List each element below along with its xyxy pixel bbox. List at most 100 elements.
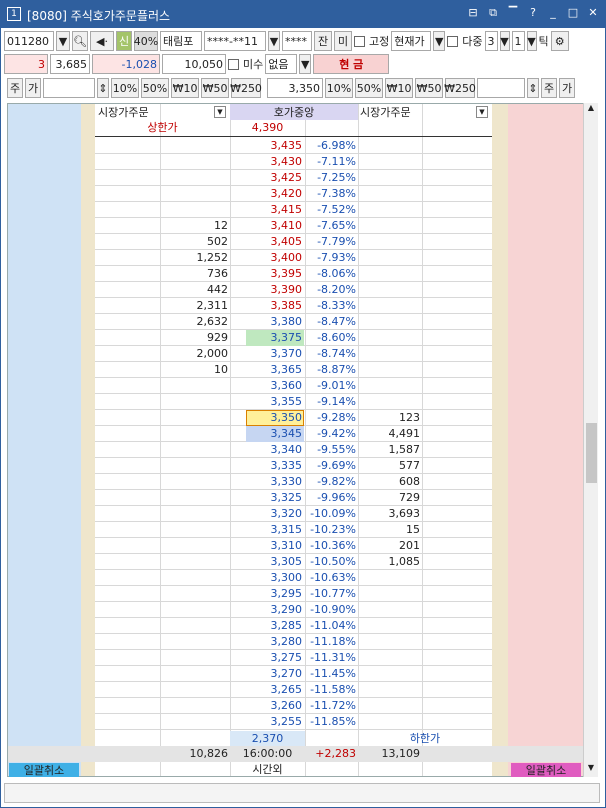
price-input[interactable]: 3,350 (267, 78, 323, 98)
cancel-all-right-button[interactable]: 일괄취소 (511, 763, 581, 777)
price-cell[interactable]: 3,395 (246, 266, 304, 282)
price-cell[interactable]: 3,280 (246, 634, 304, 650)
sell-qty-cell[interactable] (160, 650, 228, 666)
change-pct-cell[interactable]: -11.31% (305, 650, 356, 666)
market-order-header-left[interactable]: 시장가주문 ▼ (98, 104, 228, 120)
price-w10-button[interactable]: ₩10 (385, 78, 413, 98)
buy-qty-cell[interactable]: 15 (358, 522, 420, 538)
sell-qty-cell[interactable] (160, 714, 228, 730)
change-pct-cell[interactable]: -10.50% (305, 554, 356, 570)
buy-qty-cell[interactable] (358, 666, 420, 682)
buy-qty-cell[interactable] (358, 202, 420, 218)
sell-qty-cell[interactable] (160, 586, 228, 602)
price-cell[interactable]: 3,415 (246, 202, 304, 218)
sell-qty-cell[interactable] (160, 154, 228, 170)
price-cell[interactable]: 3,390 (246, 282, 304, 298)
sell-qty-cell[interactable] (160, 538, 228, 554)
buy-qty-cell[interactable] (358, 586, 420, 602)
tick-count-select[interactable]: 1 (511, 31, 525, 51)
change-pct-cell[interactable]: -7.93% (305, 250, 356, 266)
price-cell[interactable]: 3,285 (246, 618, 304, 634)
buy-qty-cell[interactable] (358, 298, 420, 314)
change-pct-cell[interactable]: -11.45% (305, 666, 356, 682)
change-pct-cell[interactable]: -9.01% (305, 378, 356, 394)
buy-qty-cell[interactable] (358, 314, 420, 330)
sell-qty-cell[interactable] (160, 570, 228, 586)
buy-qty-cell[interactable] (358, 378, 420, 394)
price-cell[interactable]: 3,310 (246, 538, 304, 554)
sell-qty-cell[interactable] (160, 170, 228, 186)
misu-select[interactable]: 없음 (265, 54, 298, 74)
buy-qty-cell[interactable] (358, 570, 420, 586)
account-select[interactable]: ****-**11 (204, 31, 266, 51)
help-icon[interactable]: ? (526, 6, 540, 20)
minimize-icon[interactable]: _ (546, 6, 560, 20)
gear-icon[interactable]: ⚙ (550, 31, 569, 51)
change-pct-cell[interactable]: -8.74% (305, 346, 356, 362)
buy-qty-cell[interactable]: 4,491 (358, 426, 421, 442)
change-pct-cell[interactable]: -6.98% (305, 138, 356, 154)
buy-qty-cell[interactable] (358, 138, 420, 154)
change-pct-cell[interactable]: -10.23% (305, 522, 356, 538)
change-pct-cell[interactable]: -10.90% (305, 602, 356, 618)
change-pct-cell[interactable]: -11.04% (305, 618, 356, 634)
buy-qty-cell[interactable] (358, 154, 420, 170)
sell-qty-cell[interactable] (160, 442, 228, 458)
change-pct-cell[interactable]: -11.85% (305, 714, 356, 730)
buy-qty-cell[interactable] (358, 218, 420, 234)
sell-qty-cell[interactable] (160, 458, 228, 474)
sell-qty-cell[interactable] (160, 618, 228, 634)
price-cell[interactable]: 3,275 (246, 650, 304, 666)
price-cell[interactable]: 3,305 (246, 554, 304, 570)
sell-qty-cell[interactable] (160, 522, 228, 538)
change-pct-cell[interactable]: -9.55% (305, 442, 356, 458)
order-qty-input[interactable] (43, 78, 95, 98)
price-type-select[interactable]: 현재가 (391, 31, 432, 51)
buy-qty-cell[interactable] (358, 362, 420, 378)
price-cell[interactable]: 3,345 (246, 426, 304, 442)
dropdown-icon[interactable]: ▼ (476, 106, 488, 118)
order-book-grid[interactable]: 시장가주문 ▼ 호가중앙 시장가주문 ▼ 상한가 4,390 3,435 -6.9… (7, 103, 584, 778)
change-pct-cell[interactable]: -7.52% (305, 202, 356, 218)
sell-qty-cell[interactable]: 929 (160, 330, 228, 346)
sell-qty-cell[interactable]: 2,632 (160, 314, 229, 330)
chevron-down-icon[interactable]: ▼ (433, 31, 446, 51)
after-hours-label[interactable]: 시간외 (230, 762, 305, 778)
change-pct-cell[interactable]: -7.65% (305, 218, 356, 234)
change-pct-cell[interactable]: -8.06% (305, 266, 356, 282)
buy-qty-cell[interactable]: 123 (358, 410, 420, 426)
scroll-up-icon[interactable]: ▲ (584, 103, 598, 117)
change-pct-cell[interactable]: -9.28% (305, 410, 356, 426)
right-stepper[interactable]: ⇕ (527, 78, 539, 98)
buy-qty-cell[interactable]: 1,085 (358, 554, 421, 570)
password-field[interactable]: **** (282, 31, 312, 51)
price-cell[interactable]: 3,255 (246, 714, 304, 730)
sell-qty-cell[interactable] (160, 202, 228, 218)
sell-qty-cell[interactable] (160, 506, 228, 522)
price-cell[interactable]: 3,355 (246, 394, 304, 410)
change-pct-cell[interactable]: -10.36% (305, 538, 356, 554)
price-cell[interactable]: 3,430 (246, 154, 304, 170)
buy-qty-cell[interactable] (358, 602, 420, 618)
change-pct-cell[interactable]: -9.42% (305, 426, 356, 442)
change-pct-cell[interactable]: -7.79% (305, 234, 356, 250)
price-cell[interactable]: 3,365 (246, 362, 304, 378)
sell-qty-cell[interactable]: 442 (160, 282, 228, 298)
qty-w250-button[interactable]: ₩250 (230, 78, 262, 98)
sell-qty-cell[interactable] (160, 682, 228, 698)
price-cell[interactable]: 3,270 (246, 666, 304, 682)
multi-checkbox[interactable] (447, 35, 459, 47)
change-pct-cell[interactable]: -11.58% (305, 682, 356, 698)
change-pct-cell[interactable]: -8.33% (305, 298, 356, 314)
sell-qty-cell[interactable] (160, 474, 228, 490)
buy-qty-cell[interactable]: 1,587 (358, 442, 421, 458)
scroll-down-icon[interactable]: ▼ (584, 763, 598, 777)
price-cell[interactable]: 3,295 (246, 586, 304, 602)
restore-icon[interactable]: ⧉ (486, 6, 500, 20)
market-order-header-right[interactable]: 시장가주문 ▼ (360, 104, 490, 120)
qty-50pct-button[interactable]: 50% (141, 78, 169, 98)
stock-code-input[interactable]: 011280 (4, 31, 54, 51)
qty-w10-button[interactable]: ₩10 (171, 78, 199, 98)
change-pct-cell[interactable]: -9.96% (305, 490, 356, 506)
price-cell[interactable]: 3,290 (246, 602, 304, 618)
